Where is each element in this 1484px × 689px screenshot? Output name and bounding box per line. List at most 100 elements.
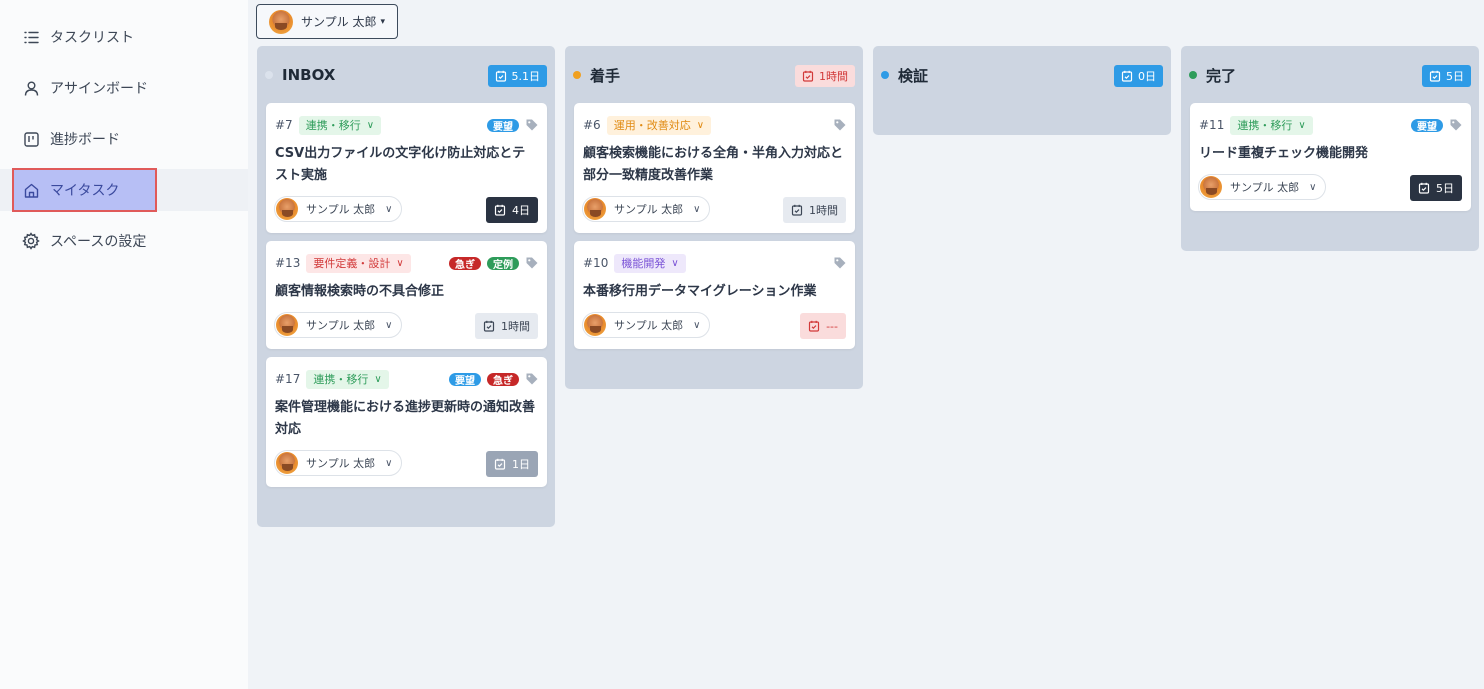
assignee-name: サンプル 太郎 bbox=[614, 319, 684, 332]
sidebar-item-label: タスクリスト bbox=[50, 30, 134, 46]
column-header: INBOX 5.1日 bbox=[257, 46, 555, 104]
task-title[interactable]: リード重複チェック機能開発 bbox=[1199, 143, 1461, 165]
task-number: #7 bbox=[275, 118, 293, 132]
category-label: 要件定義・設計 bbox=[313, 257, 391, 270]
assignee-select[interactable]: サンプル 太郎 ∨ bbox=[274, 196, 402, 222]
task-card[interactable]: #11 連携・移行 ∨ 要望リード重複チェック機能開発サンプル 太郎 ∨ 5日 bbox=[1190, 103, 1471, 211]
tag-list bbox=[833, 118, 847, 132]
badge-label: 1時間 bbox=[819, 70, 848, 83]
tag-icon[interactable] bbox=[1449, 118, 1463, 132]
category-label: 機能開発 bbox=[621, 257, 666, 270]
chevron-down-icon: ∨ bbox=[374, 373, 382, 385]
card-header: #10 機能開発 ∨ bbox=[583, 253, 847, 273]
due-badge[interactable]: 5日 bbox=[1410, 175, 1462, 201]
task-card[interactable]: #17 連携・移行 ∨ 要望 急ぎ 案件管理機能における進捗更新時の通知改善対応 サンプル … bbox=[266, 357, 547, 487]
card-header: #13 要件定義・設計 ∨ 急ぎ 定例 bbox=[275, 253, 539, 273]
column-header: 完了 5日 bbox=[1181, 46, 1479, 104]
category-select[interactable]: 機能開発 ∨ bbox=[614, 253, 686, 273]
gear-icon bbox=[22, 232, 40, 250]
due-badge[interactable]: --- bbox=[800, 313, 846, 339]
task-title[interactable]: CSV出力ファイルの文字化け防止対応とテスト実施 bbox=[275, 143, 537, 187]
assignee-select[interactable]: サンプル 太郎 ∨ bbox=[274, 450, 402, 476]
category-select[interactable]: 連携・移行 ∨ bbox=[1230, 115, 1313, 135]
calendar-icon bbox=[494, 458, 506, 470]
tag-icon[interactable] bbox=[525, 372, 539, 386]
task-number: #10 bbox=[583, 256, 609, 270]
tag-list bbox=[833, 256, 847, 270]
sidebar-item-label: アサインボード bbox=[50, 81, 148, 97]
assignee-select[interactable]: サンプル 太郎 ∨ bbox=[1198, 174, 1326, 200]
tag-icon[interactable] bbox=[833, 118, 847, 132]
list-icon bbox=[22, 28, 40, 46]
due-badge[interactable]: 4日 bbox=[486, 197, 538, 223]
task-title[interactable]: 案件管理機能における進捗更新時の通知改善対応 bbox=[275, 397, 537, 441]
tag-list: 要望 bbox=[487, 118, 539, 133]
task-title[interactable]: 本番移行用データマイグレーション作業 bbox=[583, 281, 845, 303]
category-select[interactable]: 連携・移行 ∨ bbox=[298, 115, 382, 135]
column-title: 検証 bbox=[898, 66, 929, 85]
sidebar-item-progress-board[interactable]: 進捗ボード bbox=[0, 118, 248, 160]
tag-chip: 定例 bbox=[487, 256, 519, 271]
card-header: #6 運用・改善対応 ∨ bbox=[583, 115, 847, 135]
assignee-name: サンプル 太郎 bbox=[306, 319, 376, 332]
task-number: #11 bbox=[1199, 118, 1225, 132]
assignee-select[interactable]: サンプル 太郎 ∨ bbox=[582, 312, 710, 338]
tag-list: 要望 急ぎ bbox=[449, 372, 539, 387]
task-number: #6 bbox=[583, 118, 601, 132]
tag-chip: 要望 bbox=[449, 372, 481, 387]
calendar-icon bbox=[1429, 70, 1441, 82]
assignee-name: サンプル 太郎 bbox=[306, 203, 376, 216]
tag-list: 要望 bbox=[1411, 118, 1463, 133]
assignee-select[interactable]: サンプル 太郎 ∨ bbox=[582, 196, 710, 222]
tag-icon[interactable] bbox=[833, 256, 847, 270]
due-badge[interactable]: 1時間 bbox=[783, 197, 846, 223]
chevron-down-icon: ∨ bbox=[396, 257, 404, 269]
tag-list: 急ぎ 定例 bbox=[449, 256, 539, 271]
category-label: 運用・改善対応 bbox=[613, 119, 691, 132]
due-label: 5日 bbox=[1436, 182, 1454, 195]
column-2: 検証 0日 bbox=[873, 46, 1171, 135]
due-badge[interactable]: 1時間 bbox=[475, 313, 538, 339]
badge-label: 0日 bbox=[1138, 70, 1156, 83]
assignee-name: サンプル 太郎 bbox=[614, 203, 684, 216]
sidebar-item-label: マイタスク bbox=[50, 183, 120, 199]
task-title[interactable]: 顧客情報検索時の不具合修正 bbox=[275, 281, 537, 303]
column-title: 完了 bbox=[1206, 66, 1237, 85]
avatar bbox=[269, 9, 293, 34]
column-0: INBOX 5.1日 #7 連携・移行 ∨ 要望 CSV出力ファイルの文字化け防止対応とテス… bbox=[257, 46, 555, 527]
category-select[interactable]: 要件定義・設計 ∨ bbox=[306, 253, 411, 273]
column-title: INBOX bbox=[282, 66, 336, 84]
assignee-select[interactable]: サンプル 太郎 ∨ bbox=[274, 312, 402, 338]
task-card[interactable]: #6 運用・改善対応 ∨ 顧客検索機能における全角・半角入力対応と部分一致精度改善作業… bbox=[574, 103, 855, 233]
tag-chip: 急ぎ bbox=[449, 256, 481, 271]
status-dot bbox=[573, 71, 581, 79]
category-select[interactable]: 運用・改善対応 ∨ bbox=[606, 115, 712, 135]
tag-icon[interactable] bbox=[525, 256, 539, 270]
user-select-dropdown[interactable]: サンプル 太郎 ▾ bbox=[256, 4, 398, 39]
sidebar-item-label: スペースの設定 bbox=[50, 234, 147, 250]
chevron-down-icon: ∨ bbox=[1309, 181, 1317, 193]
card-header: #11 連携・移行 ∨ 要望 bbox=[1199, 115, 1463, 135]
column-duration-badge: 1時間 bbox=[795, 65, 855, 87]
chevron-down-icon: ∨ bbox=[385, 457, 393, 469]
sidebar-item-task-list[interactable]: タスクリスト bbox=[0, 16, 248, 58]
task-card[interactable]: #13 要件定義・設計 ∨ 急ぎ 定例 顧客情報検索時の不具合修正 サンプル 太郎 ∨ 1時間 bbox=[266, 241, 547, 349]
task-title[interactable]: 顧客検索機能における全角・半角入力対応と部分一致精度改善作業 bbox=[583, 143, 845, 187]
avatar bbox=[276, 314, 298, 336]
category-select[interactable]: 連携・移行 ∨ bbox=[306, 369, 389, 389]
calendar-icon bbox=[494, 204, 506, 216]
sidebar-item-space-settings[interactable]: スペースの設定 bbox=[0, 220, 248, 262]
due-label: 4日 bbox=[512, 204, 530, 217]
task-card[interactable]: #10 機能開発 ∨ 本番移行用データマイグレーション作業サンプル 太郎 ∨ --- bbox=[574, 241, 855, 349]
assignee-name: サンプル 太郎 bbox=[1230, 181, 1300, 194]
tag-icon[interactable] bbox=[525, 118, 539, 132]
column-1: 着手 1時間 #6 運用・改善対応 ∨ 顧客検索機能における全角・半角入力対応と部分一致精… bbox=[565, 46, 863, 389]
due-badge[interactable]: 1日 bbox=[486, 451, 538, 477]
column-duration-badge: 5日 bbox=[1422, 65, 1471, 87]
task-card[interactable]: #7 連携・移行 ∨ 要望 CSV出力ファイルの文字化け防止対応とテスト実施サンプル 太… bbox=[266, 103, 547, 233]
sidebar-item-label: 進捗ボード bbox=[50, 132, 120, 148]
sidebar-item-assign-board[interactable]: アサインボード bbox=[0, 67, 248, 109]
user-select-name: サンプル 太郎 bbox=[301, 15, 377, 29]
sidebar-item-my-tasks[interactable]: マイタスク bbox=[0, 168, 248, 212]
chevron-down-icon: ∨ bbox=[1298, 119, 1306, 131]
